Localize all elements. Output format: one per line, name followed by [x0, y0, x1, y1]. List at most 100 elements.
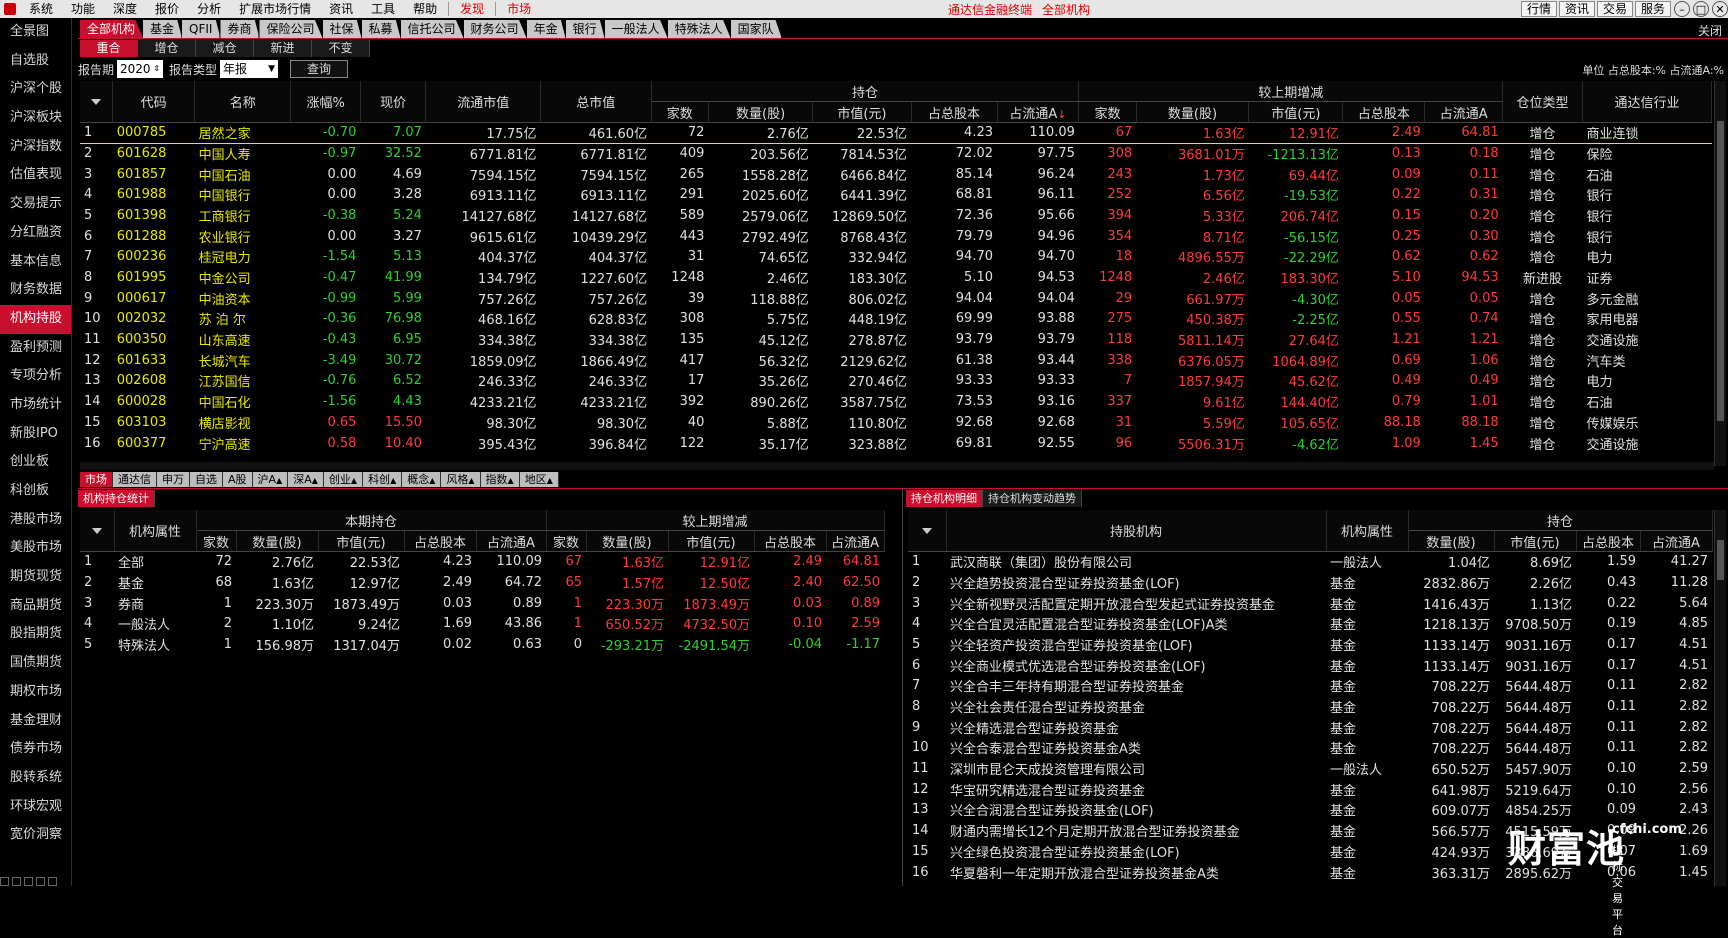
tab-holder-detail[interactable]: 持仓机构明细	[906, 490, 983, 507]
col-chg-count[interactable]: 家数	[546, 531, 586, 552]
table-row[interactable]: 4601988中国银行0.003.286913.11亿6913.11亿29120…	[80, 184, 1712, 205]
col-industry[interactable]: 通达信行业	[1582, 81, 1711, 122]
sidebar-item[interactable]: 财务数据	[0, 276, 71, 305]
sidebar-item[interactable]: 自选股	[0, 47, 71, 76]
tab-institution-type[interactable]: 社保	[323, 20, 362, 38]
menu-item[interactable]: 分析	[188, 0, 230, 18]
sidebar-item[interactable]: 国债期货	[0, 649, 71, 678]
sidebar-item[interactable]: 沪深个股	[0, 75, 71, 104]
tab-change-type[interactable]: 减仓	[196, 40, 254, 57]
col-inst-attr[interactable]: 机构属性	[114, 510, 196, 551]
col-name[interactable]: 名称	[195, 81, 291, 122]
close-icon[interactable]: ✕	[1712, 1, 1728, 17]
query-button[interactable]: 查询	[290, 60, 348, 78]
table-row[interactable]: 1武汉商联（集团）股份有限公司一般法人1.04亿8.69亿1.5941.27	[908, 551, 1712, 572]
tab-market[interactable]: 申万	[157, 472, 190, 487]
tab-market[interactable]: 自选	[190, 472, 223, 487]
col-hold-count[interactable]: 家数	[651, 102, 708, 123]
col-total-pct[interactable]: 占总股本	[404, 531, 476, 552]
col-chg-total-pct[interactable]: 占总股本	[754, 531, 826, 552]
main-horizontal-scrollbar[interactable]	[80, 462, 1714, 470]
col-hold-value[interactable]: 市值(元)	[813, 102, 911, 123]
menu-item[interactable]: 扩展市场行情	[230, 0, 320, 18]
col-qty[interactable]: 数量(股)	[236, 531, 318, 552]
table-row[interactable]: 16600377宁沪高速0.5810.40395.43亿396.84亿12235…	[80, 433, 1712, 454]
sidebar-item[interactable]: 股转系统	[0, 764, 71, 793]
col-code[interactable]: 代码	[113, 81, 195, 122]
table-row[interactable]: 3券商1223.30万1873.49万0.030.891223.30万1873.…	[80, 593, 884, 614]
chevron-down-icon[interactable]: ▼	[268, 60, 275, 78]
tab-institution-type[interactable]: 私募	[362, 20, 401, 38]
table-row[interactable]: 2基金681.63亿12.97亿2.4964.72651.57亿12.50亿2.…	[80, 572, 884, 593]
tab-change-type[interactable]: 不变	[312, 40, 370, 57]
menu-item[interactable]: 报价	[146, 0, 188, 18]
tab-market[interactable]: 深A▲	[288, 472, 324, 487]
menu-item[interactable]: 工具	[362, 0, 404, 18]
tab-change-type[interactable]: 新进	[254, 40, 312, 57]
menu-item[interactable]: 系统	[20, 0, 62, 18]
table-row[interactable]: 9兴全精选混合型证券投资基金基金708.22万5644.48万0.112.82	[908, 717, 1712, 738]
scroll-thumb[interactable]	[1717, 540, 1724, 580]
col-hold-qty[interactable]: 数量(股)	[708, 102, 812, 123]
menu-market[interactable]: 市场	[498, 0, 540, 18]
tab-market[interactable]: 科创▲	[363, 472, 402, 487]
report-type-select[interactable]: 年报▼	[220, 60, 278, 78]
corner-box-icon[interactable]	[0, 877, 9, 886]
sidebar-item[interactable]: 股指期货	[0, 620, 71, 649]
close-panel-button[interactable]: 关闭	[1698, 22, 1722, 39]
table-row[interactable]: 1全部722.76亿22.53亿4.23110.09671.63亿12.91亿2…	[80, 551, 884, 572]
menu-item[interactable]: 帮助	[404, 0, 446, 18]
table-row[interactable]: 4一般法人21.10亿9.24亿1.6943.861650.52万4732.50…	[80, 613, 884, 634]
corner-box-icon[interactable]	[12, 877, 21, 886]
table-row[interactable]: 3兴全新视野灵活配置定期开放混合型发起式证券投资基金基金1416.43万1.13…	[908, 593, 1712, 614]
tab-institution-type[interactable]: QFII	[182, 20, 220, 38]
sidebar-item[interactable]: 环球宏观	[0, 793, 71, 822]
tab-market[interactable]: 通达信	[113, 472, 157, 487]
col-price[interactable]: 现价	[360, 81, 426, 122]
col-value[interactable]: 市值(元)	[1494, 531, 1576, 552]
table-row[interactable]: 6601288农业银行0.003.279615.61亿10439.29亿4432…	[80, 226, 1712, 247]
table-row[interactable]: 11600350山东高速-0.436.95334.38亿334.38亿13545…	[80, 329, 1712, 350]
service-button[interactable]: 服务	[1635, 1, 1671, 17]
col-chg-value[interactable]: 市值(元)	[1249, 102, 1343, 123]
table-row[interactable]: 9000617中油资本-0.995.99757.26亿757.26亿39118.…	[80, 288, 1712, 309]
corner-box-icon[interactable]	[48, 877, 57, 886]
sort-triangle-icon[interactable]	[92, 528, 102, 534]
col-float-pct[interactable]: 占流通A	[476, 531, 546, 552]
table-row[interactable]: 2兴全趋势投资混合型证券投资基金(LOF)基金2832.86万2.26亿0.43…	[908, 572, 1712, 593]
table-row[interactable]: 14600028中国石化-1.564.434233.21亿4233.21亿392…	[80, 391, 1712, 412]
tab-institution-type[interactable]: 财务公司	[464, 20, 527, 38]
sort-triangle-icon[interactable]	[91, 99, 101, 105]
col-hold-float-pct[interactable]: 占流通A↓	[997, 102, 1079, 123]
sidebar-item[interactable]: 期货现货	[0, 563, 71, 592]
table-row[interactable]: 6兴全商业模式优选混合型证券投资基金(LOF)基金1133.14万9031.16…	[908, 655, 1712, 676]
table-row[interactable]: 11深圳市昆仑天成投资管理有限公司一般法人650.52万5457.90万0.10…	[908, 758, 1712, 779]
menu-discover[interactable]: 发现	[451, 0, 493, 18]
tab-institution-type[interactable]: 信托公司	[401, 20, 464, 38]
col-chg-value[interactable]: 市值(元)	[668, 531, 754, 552]
col-value[interactable]: 市值(元)	[318, 531, 404, 552]
tab-market[interactable]: 风格▲	[441, 472, 480, 487]
sidebar-item[interactable]: 市场统计	[0, 391, 71, 420]
table-row[interactable]: 10002032苏 泊 尔-0.3676.98468.16亿628.83亿308…	[80, 309, 1712, 330]
corner-box-icon[interactable]	[24, 877, 33, 886]
tab-institution-type[interactable]: 年金	[527, 20, 566, 38]
table-row[interactable]: 5特殊法人1156.98万1317.04万0.020.630-293.21万-2…	[80, 634, 884, 655]
sidebar-item[interactable]: 新股IPO	[0, 420, 71, 449]
col-float-pct[interactable]: 占流通A	[1640, 531, 1712, 552]
sidebar-item[interactable]: 盈利预测	[0, 334, 71, 363]
col-chg-count[interactable]: 家数	[1079, 102, 1136, 123]
table-row[interactable]: 10兴全合泰混合型证券投资基金A类基金708.22万5644.48万0.112.…	[908, 738, 1712, 759]
col-position-type[interactable]: 仓位类型	[1503, 81, 1583, 122]
tab-market[interactable]: 地区▲	[520, 472, 559, 487]
tab-institution-type[interactable]: 基金	[143, 20, 182, 38]
tab-institution-type[interactable]: 保险公司	[259, 20, 322, 38]
table-row[interactable]: 5601398工商银行-0.385.2414127.68亿14127.68亿58…	[80, 205, 1712, 226]
tab-market[interactable]: 沪A▲	[253, 472, 289, 487]
sidebar-item[interactable]: 期权市场	[0, 678, 71, 707]
tab-institution-type[interactable]: 券商	[220, 20, 259, 38]
table-row[interactable]: 7兴全合丰三年持有期混合型证券投资基金基金708.22万5644.48万0.11…	[908, 676, 1712, 697]
col-qty[interactable]: 数量(股)	[1408, 531, 1494, 552]
tab-market[interactable]: 指数▲	[481, 472, 520, 487]
tab-holder-trend[interactable]: 持仓机构变动趋势	[983, 490, 1082, 507]
